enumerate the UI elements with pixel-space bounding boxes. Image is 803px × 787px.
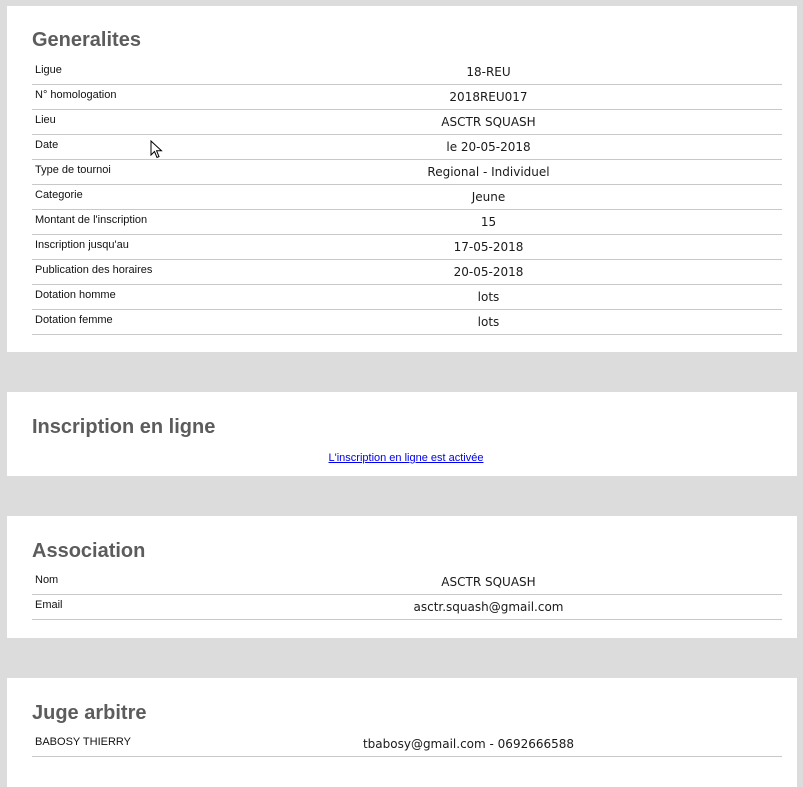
juge-contact: tbabosy@gmail.com - 0692666588 (315, 732, 782, 757)
homologation-value: 2018REU017 (315, 84, 782, 110)
categorie-label: Categorie (32, 184, 315, 210)
homologation-label: N° homologation (32, 84, 315, 110)
inscription-heading: Inscription en ligne (32, 416, 216, 438)
dotation-homme-value: lots (315, 284, 782, 310)
table-row: Nom ASCTR SQUASH (32, 570, 782, 595)
ligue-value: 18-REU (315, 60, 782, 85)
table-row: Ligue 18-REU (32, 60, 782, 85)
ligue-label: Ligue (32, 60, 315, 85)
table-row: BABOSY THIERRY tbabosy@gmail.com - 06926… (32, 732, 782, 757)
dotation-femme-value: lots (315, 309, 782, 335)
juge-name: BABOSY THIERRY (32, 732, 315, 757)
table-row: Montant de l'inscription 15 (32, 209, 782, 235)
dotation-homme-label: Dotation homme (32, 284, 315, 310)
nom-label: Nom (32, 570, 315, 595)
juge-arbitre-panel: Juge arbitre BABOSY THIERRY tbabosy@gmai… (7, 678, 797, 787)
generalites-panel: Generalites Ligue 18-REU N° homologation… (7, 6, 797, 352)
lieu-label: Lieu (32, 109, 315, 135)
nom-value: ASCTR SQUASH (315, 570, 782, 595)
table-row: Dotation homme lots (32, 284, 782, 310)
dotation-femme-label: Dotation femme (32, 309, 315, 335)
table-row: Type de tournoi Regional - Individuel (32, 159, 782, 185)
table-row: Lieu ASCTR SQUASH (32, 109, 782, 135)
inscription-jusquau-value: 17-05-2018 (315, 234, 782, 260)
email-value: asctr.squash@gmail.com (315, 594, 782, 620)
table-row: Publication des horaires 20-05-2018 (32, 259, 782, 285)
date-value: le 20-05-2018 (315, 134, 782, 160)
generalites-heading: Generalites (32, 29, 141, 51)
association-panel: Association Nom ASCTR SQUASH Email asctr… (7, 516, 797, 638)
publication-horaires-label: Publication des horaires (32, 259, 315, 285)
table-row: Email asctr.squash@gmail.com (32, 594, 782, 620)
lieu-value: ASCTR SQUASH (315, 109, 782, 135)
type-tournoi-value: Regional - Individuel (315, 159, 782, 185)
inscription-jusquau-label: Inscription jusqu'au (32, 234, 315, 260)
montant-value: 15 (315, 209, 782, 235)
table-row: Categorie Jeune (32, 184, 782, 210)
association-heading: Association (32, 540, 146, 562)
association-table: Nom ASCTR SQUASH Email asctr.squash@gmai… (32, 570, 782, 620)
generalites-table: Ligue 18-REU N° homologation 2018REU017 … (32, 60, 782, 335)
juge-arbitre-table: BABOSY THIERRY tbabosy@gmail.com - 06926… (32, 732, 782, 757)
table-row: Dotation femme lots (32, 309, 782, 335)
table-row: N° homologation 2018REU017 (32, 84, 782, 110)
type-tournoi-label: Type de tournoi (32, 159, 315, 185)
inscription-link[interactable]: L'inscription en ligne est activée (329, 452, 484, 464)
montant-label: Montant de l'inscription (32, 209, 315, 235)
juge-arbitre-heading: Juge arbitre (32, 702, 147, 724)
table-row: Inscription jusqu'au 17-05-2018 (32, 234, 782, 260)
date-label: Date (32, 134, 315, 160)
categorie-value: Jeune (315, 184, 782, 210)
table-row: Date le 20-05-2018 (32, 134, 782, 160)
email-label: Email (32, 594, 315, 620)
inscription-panel: Inscription en ligne L'inscription en li… (7, 392, 797, 476)
publication-horaires-value: 20-05-2018 (315, 259, 782, 285)
